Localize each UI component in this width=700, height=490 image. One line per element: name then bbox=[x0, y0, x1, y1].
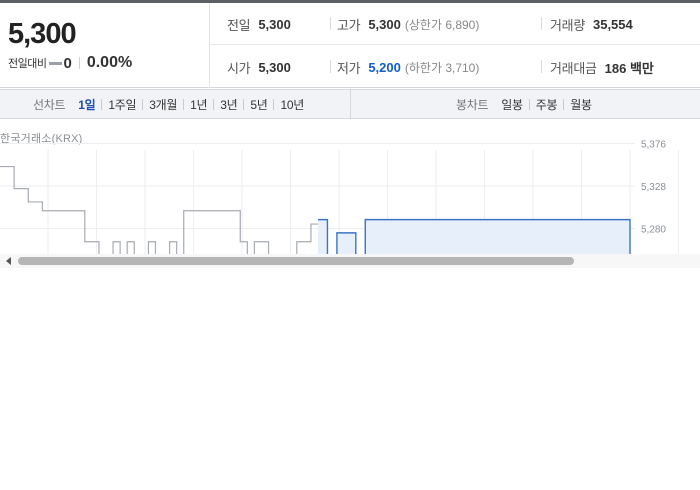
candle-tab-weekly[interactable]: 주봉 bbox=[536, 96, 558, 113]
change-divider bbox=[78, 57, 80, 69]
y-axis-tick-label: 5,280 bbox=[641, 224, 666, 235]
change-value: 0 bbox=[63, 54, 72, 72]
period-tab-1d[interactable]: 1일 bbox=[78, 96, 95, 113]
flat-change-icon bbox=[49, 61, 63, 65]
change-row: 전일대비 0 0.00% bbox=[8, 54, 132, 72]
period-tab-10y[interactable]: 10년 bbox=[280, 96, 304, 113]
low-cell: 저가 5,200 (하한가 3,710) bbox=[337, 46, 479, 88]
amount-cell: 거래대금 186 백만 bbox=[550, 46, 654, 88]
volume-cell: 거래량 35,554 bbox=[550, 3, 633, 45]
candle-tab-monthly[interactable]: 월봉 bbox=[570, 96, 592, 113]
upper-limit: (상한가 6,890) bbox=[404, 17, 480, 32]
open-label: 시가 bbox=[227, 60, 251, 76]
volume-value: 35,554 bbox=[592, 16, 633, 32]
low-label: 저가 bbox=[337, 60, 361, 76]
y-axis-tick-label: 5,376 bbox=[641, 140, 666, 151]
period-tab-5y[interactable]: 5년 bbox=[250, 96, 267, 113]
line-chart-periods: 선차트 1일 1주일 3개월 1년 3년 5년 10년 bbox=[33, 90, 304, 118]
cell-divider bbox=[541, 17, 542, 30]
volume-label: 거래량 bbox=[550, 17, 585, 33]
period-tab-1w[interactable]: 1주일 bbox=[108, 96, 136, 113]
intraday-price-chart: 5,376 5,328 5,280 bbox=[0, 140, 700, 255]
high-value: 5,300 bbox=[368, 16, 401, 32]
amount-label: 거래대금 bbox=[550, 60, 597, 76]
lower-limit: (하한가 3,710) bbox=[404, 60, 480, 75]
period-tab-1y[interactable]: 1년 bbox=[190, 96, 207, 113]
cell-divider bbox=[541, 60, 542, 73]
period-tab-3m[interactable]: 3개월 bbox=[149, 96, 177, 113]
period-tab-3y[interactable]: 3년 bbox=[220, 96, 237, 113]
open-cell: 시가 5,300 bbox=[227, 46, 291, 88]
period-divider bbox=[243, 98, 245, 110]
low-value: 5,200 bbox=[368, 59, 401, 75]
current-price: 5,300 bbox=[8, 18, 77, 50]
high-label: 고가 bbox=[337, 17, 361, 33]
prev-close-cell: 전일 5,300 bbox=[227, 3, 291, 45]
line-chart-title: 선차트 bbox=[33, 97, 66, 112]
chart-svg: 5,376 5,328 5,280 bbox=[0, 140, 679, 255]
scrollbar-thumb[interactable] bbox=[18, 257, 574, 265]
quote-panel: 5,300 전일대비 0 0.00% 전일 5,300 고가 5,300 (상한… bbox=[0, 3, 700, 88]
period-divider bbox=[273, 98, 275, 110]
change-rate: 0.00% bbox=[86, 54, 133, 71]
prev-close-value: 5,300 bbox=[258, 16, 291, 32]
period-bar-divider bbox=[350, 90, 351, 118]
period-divider bbox=[142, 98, 144, 110]
amount-value: 186 백만 bbox=[604, 60, 654, 76]
period-divider bbox=[101, 98, 103, 110]
cell-divider bbox=[330, 17, 331, 30]
candle-chart-periods: 봉차트 일봉 주봉 월봉 bbox=[456, 90, 592, 118]
y-axis-tick-label: 5,328 bbox=[641, 182, 666, 193]
period-divider bbox=[563, 98, 565, 110]
candle-chart-title: 봉차트 bbox=[456, 97, 489, 112]
period-divider bbox=[213, 98, 215, 110]
change-label: 전일대비 bbox=[8, 58, 47, 70]
scroll-left-arrow-icon[interactable] bbox=[3, 256, 13, 266]
candle-tab-daily[interactable]: 일봉 bbox=[501, 96, 523, 113]
open-value: 5,300 bbox=[258, 59, 291, 75]
chart-scrollbar[interactable] bbox=[0, 254, 700, 268]
quote-row-1: 전일 5,300 고가 5,300 (상한가 6,890) 거래량 35,554 bbox=[210, 3, 700, 45]
high-cell: 고가 5,300 (상한가 6,890) bbox=[337, 3, 479, 45]
period-divider bbox=[183, 98, 185, 110]
period-divider bbox=[528, 98, 530, 110]
chart-period-bar: 선차트 1일 1주일 3개월 1년 3년 5년 10년 봉차트 일봉 주봉 월봉 bbox=[0, 89, 700, 119]
cell-divider bbox=[330, 60, 331, 73]
quote-row-2: 시가 5,300 저가 5,200 (하한가 3,710) 거래대금 186 백… bbox=[210, 46, 700, 88]
prev-close-label: 전일 bbox=[227, 17, 251, 33]
current-price-box: 5,300 전일대비 0 0.00% bbox=[0, 3, 210, 88]
